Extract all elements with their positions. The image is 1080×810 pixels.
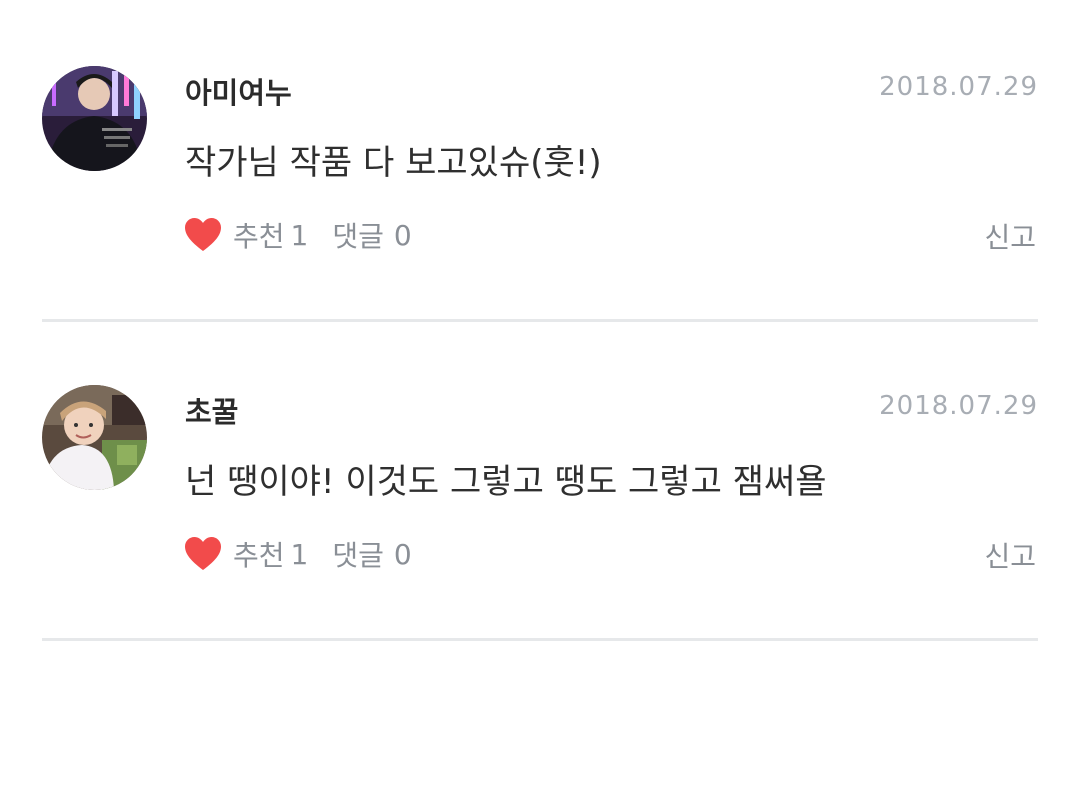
comment-actions: 추천 1 댓글 0: [183, 214, 412, 256]
comment-item: 초꿀 2018.07.29 넌 땡이야! 이것도 그렇고 땡도 그렇고 잼써욜 …: [42, 319, 1038, 641]
heart-icon[interactable]: [183, 534, 223, 574]
recommend-count: 1: [290, 537, 309, 571]
comment-username[interactable]: 아미여누: [185, 70, 292, 112]
comment-date: 2018.07.29: [879, 391, 1038, 421]
report-button[interactable]: 신고: [984, 216, 1036, 256]
comment-item: 아미여누 2018.07.29 작가님 작품 다 보고있슈(훗!) 추천 1 댓…: [42, 0, 1038, 322]
comment-username[interactable]: 초꿀: [185, 389, 238, 431]
divider: [42, 638, 1038, 641]
avatar-image: [42, 66, 147, 171]
avatar[interactable]: [42, 385, 147, 490]
reply-count: 0: [393, 537, 412, 571]
reply-button[interactable]: 댓글: [332, 215, 384, 255]
comment-text: 넌 땡이야! 이것도 그렇고 땡도 그렇고 잼써욜: [185, 462, 827, 502]
recommend-label[interactable]: 추천: [233, 215, 285, 255]
recommend-count: 1: [290, 218, 309, 252]
recommend-label[interactable]: 추천: [233, 534, 285, 574]
comment-actions: 추천 1 댓글 0: [183, 533, 412, 575]
heart-icon[interactable]: [183, 215, 223, 255]
avatar-image: [42, 385, 147, 490]
reply-count: 0: [393, 218, 412, 252]
reply-button[interactable]: 댓글: [332, 534, 384, 574]
comment-list: 아미여누 2018.07.29 작가님 작품 다 보고있슈(훗!) 추천 1 댓…: [0, 0, 1080, 810]
avatar[interactable]: [42, 66, 147, 171]
comment-text: 작가님 작품 다 보고있슈(훗!): [185, 143, 602, 183]
comment-date: 2018.07.29: [879, 72, 1038, 102]
report-button[interactable]: 신고: [984, 535, 1036, 575]
